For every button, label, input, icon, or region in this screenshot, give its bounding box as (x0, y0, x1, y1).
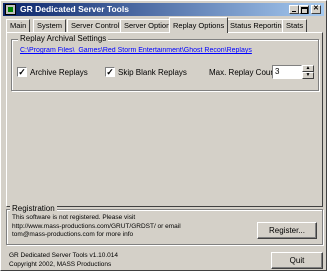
registration-label: Registration (10, 204, 57, 213)
window-title: GR Dedicated Server Tools (20, 4, 129, 14)
tab-replay-options[interactable]: Replay Options (169, 17, 229, 33)
max-replay-count-input[interactable]: 3 (272, 65, 302, 79)
registration-line: tom@mass-productions.com for more info (12, 231, 134, 238)
tab-main[interactable]: Main (6, 19, 31, 32)
archive-replays-label[interactable]: Archive Replays (30, 68, 88, 77)
registration-message: This software is not registered. Please … (12, 214, 262, 240)
archive-replays-checkbox[interactable]: ✓ (17, 67, 27, 77)
replay-archival-group: Replay Archival Settings C:\Program File… (11, 34, 319, 91)
tab-server-control[interactable]: Server Control (67, 19, 124, 32)
tab-strip: Main System Server Control Server Option… (6, 17, 326, 33)
close-button[interactable] (311, 4, 321, 14)
max-replay-count-spinner[interactable]: ▲ ▼ (302, 65, 314, 79)
register-button[interactable]: Register... (257, 222, 317, 239)
minimize-button[interactable] (289, 5, 299, 14)
app-icon (5, 4, 16, 15)
skip-blank-replays-checkbox[interactable]: ✓ (105, 67, 115, 77)
replay-archival-label: Replay Archival Settings (18, 34, 109, 43)
maximize-button[interactable] (299, 5, 309, 14)
replay-path-link[interactable]: C:\Program Files\_Games\Red Storm Entert… (20, 47, 298, 54)
copyright-label: Copyright 2002, MASS Productions (9, 261, 112, 268)
spin-down-arrow-icon[interactable]: ▼ (302, 72, 314, 79)
tab-system[interactable]: System (33, 19, 67, 32)
max-replay-count-label: Max. Replay Count (209, 68, 278, 77)
registration-line: This software is not registered. Please … (12, 214, 136, 221)
version-label: GR Dedicated Server Tools v1.10.014 (9, 252, 118, 259)
registration-group: Registration This software is not regist… (6, 204, 323, 245)
title-bar[interactable]: GR Dedicated Server Tools (3, 3, 324, 16)
tab-status-reporting[interactable]: Status Reporting (226, 19, 290, 32)
registration-line: http://www.mass-productions.com/GRUT/GRD… (12, 222, 181, 230)
main-window: GR Dedicated Server Tools Main System Se… (0, 0, 327, 271)
spin-up-arrow-icon[interactable]: ▲ (302, 65, 314, 72)
tab-stats[interactable]: Stats (282, 19, 308, 32)
replay-options-panel: Replay Archival Settings C:\Program File… (6, 32, 323, 207)
quit-button[interactable]: Quit (271, 252, 323, 269)
skip-blank-replays-label[interactable]: Skip Blank Replays (118, 68, 187, 77)
